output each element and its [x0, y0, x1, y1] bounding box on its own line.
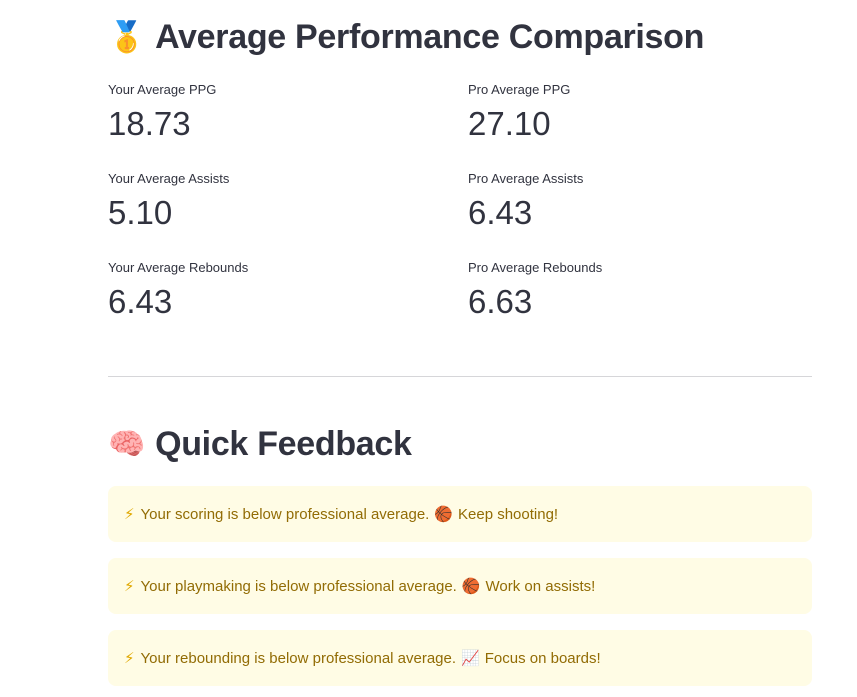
alert-tail: Focus on boards! — [484, 649, 601, 667]
metric-pro-ppg: Pro Average PPG 27.10 — [468, 82, 788, 144]
metric-label: Your Average PPG — [108, 82, 217, 97]
basketball-icon: 🏀 — [434, 505, 454, 523]
metric-label: Pro Average PPG — [468, 82, 571, 97]
metric-your-rebounds: Your Average Rebounds 6.43 — [108, 260, 428, 322]
metric-value: 6.43 — [468, 194, 533, 231]
alert-tail: Keep shooting! — [458, 505, 559, 523]
metric-label: Pro Average Assists — [468, 171, 584, 186]
metric-your-assists: Your Average Assists 5.10 — [108, 171, 428, 233]
lightning-icon: ⚡ — [124, 505, 135, 523]
medal-icon: 🥇 — [108, 20, 146, 55]
performance-heading: 🥇 Average Performance Comparison — [108, 18, 704, 57]
metric-value: 5.10 — [108, 194, 173, 231]
lightning-icon: ⚡ — [124, 577, 135, 595]
alert-text: Your playmaking is below professional av… — [140, 577, 457, 595]
metric-label: Your Average Assists — [108, 171, 230, 186]
metric-pro-assists: Pro Average Assists 6.43 — [468, 171, 788, 233]
metric-pro-rebounds: Pro Average Rebounds 6.63 — [468, 260, 788, 322]
warning-alert-rebounding: ⚡ Your rebounding is below professional … — [108, 630, 812, 686]
metric-value: 6.63 — [468, 283, 533, 320]
basketball-icon: 🏀 — [461, 577, 481, 595]
metric-your-ppg: Your Average PPG 18.73 — [108, 82, 428, 144]
alert-tail: Work on assists! — [485, 577, 596, 595]
alert-text: Your rebounding is below professional av… — [140, 649, 457, 667]
warning-alert-scoring: ⚡ Your scoring is below professional ave… — [108, 486, 812, 542]
feedback-title: Quick Feedback — [155, 425, 412, 463]
performance-title: Average Performance Comparison — [155, 18, 705, 56]
chart-increasing-icon: 📈 — [461, 649, 480, 667]
section-divider — [108, 376, 812, 377]
metric-value: 6.43 — [108, 283, 173, 320]
metric-label: Your Average Rebounds — [108, 260, 249, 275]
metric-value: 27.10 — [468, 105, 551, 142]
lightning-icon: ⚡ — [124, 649, 135, 667]
warning-alert-playmaking: ⚡ Your playmaking is below professional … — [108, 558, 812, 614]
metric-label: Pro Average Rebounds — [468, 260, 603, 275]
metric-value: 18.73 — [108, 105, 191, 142]
alert-text: Your scoring is below professional avera… — [140, 505, 430, 523]
brain-icon: 🧠 — [108, 427, 146, 462]
feedback-heading: 🧠 Quick Feedback — [108, 425, 412, 464]
